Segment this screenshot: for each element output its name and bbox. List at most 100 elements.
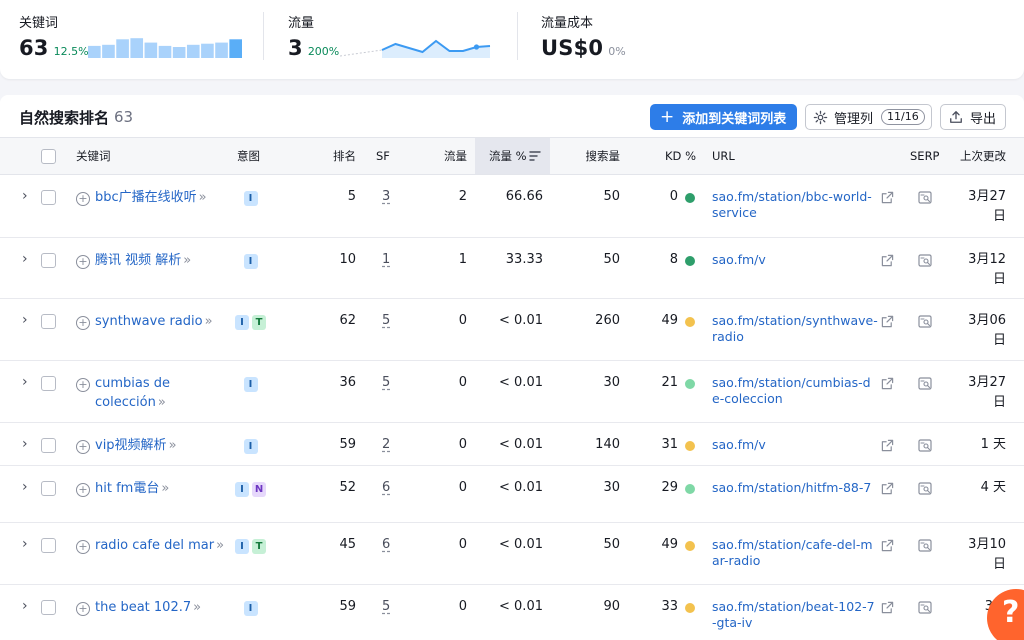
header-keyword[interactable]: 关键词	[76, 138, 111, 174]
header-last-updated[interactable]: 上次更改	[960, 138, 1006, 174]
ranking-url-link[interactable]: sao.fm/station/hitfm-88-7	[712, 480, 878, 496]
double-chevron-icon[interactable]: »	[183, 253, 191, 268]
external-link-icon[interactable]	[881, 191, 894, 204]
header-volume[interactable]: 搜索量	[570, 138, 621, 174]
header-serp[interactable]: SERP	[910, 138, 940, 174]
serp-snapshot-icon[interactable]	[918, 191, 932, 204]
expand-chevron-icon[interactable]: ›	[22, 374, 28, 390]
serp-features-count[interactable]: 5	[382, 599, 390, 614]
intent-badge[interactable]: I	[235, 482, 249, 497]
ranking-url-link[interactable]: sao.fm/station/cafe-del-mar-radio	[712, 537, 878, 569]
add-circle-icon[interactable]: +	[76, 440, 90, 454]
add-circle-icon[interactable]: +	[76, 378, 90, 392]
double-chevron-icon[interactable]: »	[216, 538, 224, 553]
serp-snapshot-icon[interactable]	[918, 601, 932, 614]
add-circle-icon[interactable]: +	[76, 602, 90, 616]
keyword-link[interactable]: the beat 102.7»	[95, 598, 225, 617]
intent-badge[interactable]: I	[235, 539, 249, 554]
header-url[interactable]: URL	[712, 138, 735, 174]
intent-badge[interactable]: I	[243, 377, 258, 392]
add-circle-icon[interactable]: +	[76, 255, 90, 269]
header-traffic[interactable]: 流量	[420, 138, 467, 174]
expand-chevron-icon[interactable]: ›	[22, 436, 28, 452]
external-link-icon[interactable]	[881, 601, 894, 614]
add-circle-icon[interactable]: +	[76, 192, 90, 206]
header-rank[interactable]: 排名	[320, 138, 356, 174]
serp-features-count[interactable]: 2	[382, 437, 390, 452]
ranking-url-link[interactable]: sao.fm/station/bbc-world-service	[712, 189, 878, 221]
intent-badge[interactable]: T	[252, 315, 266, 330]
add-to-keyword-list-button[interactable]: + 添加到关键词列表	[650, 104, 797, 130]
intent-badge[interactable]: I	[235, 315, 249, 330]
intent-badge[interactable]: I	[243, 191, 258, 206]
external-link-icon[interactable]	[881, 377, 894, 390]
external-link-icon[interactable]	[881, 254, 894, 267]
keyword-link[interactable]: cumbias de colección»	[95, 374, 225, 412]
keyword-link[interactable]: bbc广播在线收听»	[95, 188, 225, 207]
double-chevron-icon[interactable]: »	[169, 438, 177, 453]
keyword-link[interactable]: radio cafe del mar»	[95, 536, 225, 555]
external-link-icon[interactable]	[881, 539, 894, 552]
row-checkbox[interactable]	[41, 376, 56, 391]
ranking-url-link[interactable]: sao.fm/station/synthwave-radio	[712, 313, 878, 345]
export-button[interactable]: 导出	[940, 104, 1006, 130]
double-chevron-icon[interactable]: »	[158, 395, 166, 410]
ranking-url-link[interactable]: sao.fm/v	[712, 437, 878, 453]
serp-features-count[interactable]: 5	[382, 313, 390, 328]
external-link-icon[interactable]	[881, 482, 894, 495]
expand-chevron-icon[interactable]: ›	[22, 479, 28, 495]
double-chevron-icon[interactable]: »	[205, 314, 213, 329]
serp-features-count[interactable]: 3	[382, 189, 390, 204]
external-link-icon[interactable]	[881, 315, 894, 328]
keyword-link[interactable]: hit fm電台»	[95, 479, 225, 498]
double-chevron-icon[interactable]: »	[193, 600, 201, 615]
metric-traffic-cost[interactable]: 流量成本 US$0 0%	[541, 12, 626, 60]
row-checkbox[interactable]	[41, 538, 56, 553]
row-checkbox[interactable]	[41, 481, 56, 496]
add-circle-icon[interactable]: +	[76, 483, 90, 497]
intent-badge[interactable]: T	[252, 539, 266, 554]
sort-descending-icon[interactable]	[529, 151, 541, 161]
ranking-url-link[interactable]: sao.fm/v	[712, 252, 878, 268]
serp-snapshot-icon[interactable]	[918, 482, 932, 495]
serp-snapshot-icon[interactable]	[918, 377, 932, 390]
select-all-checkbox[interactable]	[41, 149, 56, 164]
ranking-url-link[interactable]: sao.fm/station/cumbias-de-coleccion	[712, 375, 878, 407]
ranking-url-link[interactable]: sao.fm/station/beat-102-7-gta-iv	[712, 599, 878, 631]
row-checkbox[interactable]	[41, 253, 56, 268]
metric-traffic[interactable]: 流量 3 200%	[288, 12, 339, 60]
manage-columns-button[interactable]: 管理列 11/16	[805, 104, 932, 130]
keyword-link[interactable]: synthwave radio»	[95, 312, 225, 331]
external-link-icon[interactable]	[881, 439, 894, 452]
serp-snapshot-icon[interactable]	[918, 539, 932, 552]
double-chevron-icon[interactable]: »	[199, 190, 207, 205]
intent-badge[interactable]: I	[243, 439, 258, 454]
header-kd[interactable]: KD %	[650, 138, 696, 174]
serp-snapshot-icon[interactable]	[918, 439, 932, 452]
header-traffic-percent[interactable]: 流量 %	[489, 138, 527, 174]
row-checkbox[interactable]	[41, 314, 56, 329]
expand-chevron-icon[interactable]: ›	[22, 251, 28, 267]
expand-chevron-icon[interactable]: ›	[22, 536, 28, 552]
serp-snapshot-icon[interactable]	[918, 254, 932, 267]
row-checkbox[interactable]	[41, 190, 56, 205]
add-circle-icon[interactable]: +	[76, 316, 90, 330]
expand-chevron-icon[interactable]: ›	[22, 312, 28, 328]
row-checkbox[interactable]	[41, 600, 56, 615]
serp-snapshot-icon[interactable]	[918, 315, 932, 328]
intent-badge[interactable]: N	[252, 482, 266, 497]
keyword-link[interactable]: 腾讯 视频 解析»	[95, 251, 225, 270]
keyword-link[interactable]: vip视频解析»	[95, 436, 225, 455]
double-chevron-icon[interactable]: »	[161, 481, 169, 496]
add-circle-icon[interactable]: +	[76, 540, 90, 554]
expand-chevron-icon[interactable]: ›	[22, 188, 28, 204]
row-checkbox[interactable]	[41, 438, 56, 453]
serp-features-count[interactable]: 6	[382, 480, 390, 495]
intent-badge[interactable]: I	[243, 601, 258, 616]
header-sf[interactable]: SF	[376, 138, 390, 174]
expand-chevron-icon[interactable]: ›	[22, 598, 28, 614]
metric-keywords[interactable]: 关键词 63 12.5%	[19, 12, 89, 60]
header-intent[interactable]: 意图	[237, 138, 260, 174]
serp-features-count[interactable]: 6	[382, 537, 390, 552]
intent-badge[interactable]: I	[243, 254, 258, 269]
